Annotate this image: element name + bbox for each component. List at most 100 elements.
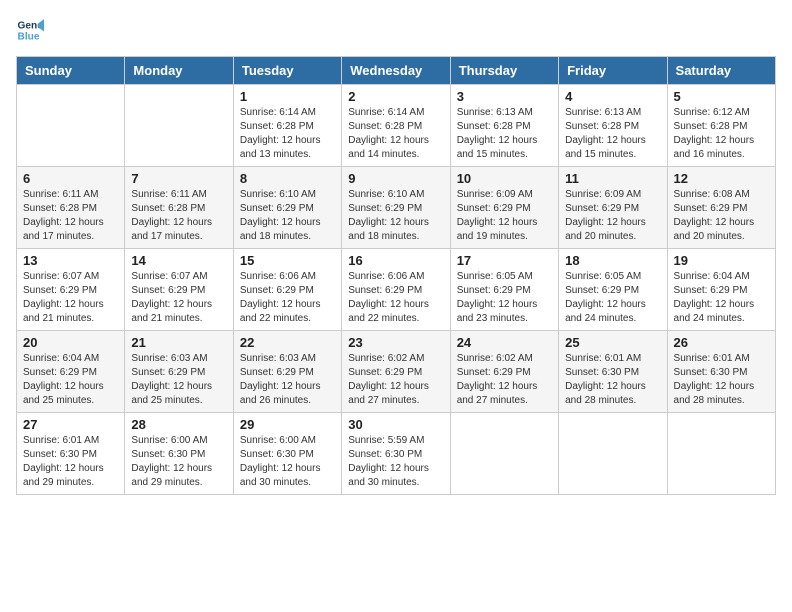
day-info: Sunrise: 6:07 AM Sunset: 6:29 PM Dayligh…: [131, 270, 226, 326]
calendar-cell: 24 Sunrise: 6:02 AM Sunset: 6:29 PM Dayli…: [450, 331, 558, 413]
calendar-cell: [667, 413, 775, 495]
day-number: 28: [131, 417, 226, 432]
day-number: 17: [457, 253, 552, 268]
logo-icon: General Blue: [16, 16, 44, 44]
day-number: 11: [565, 171, 660, 186]
day-info: Sunrise: 6:08 AM Sunset: 6:29 PM Dayligh…: [674, 188, 769, 244]
day-info: Sunrise: 6:03 AM Sunset: 6:29 PM Dayligh…: [240, 352, 335, 408]
calendar-cell: 13 Sunrise: 6:07 AM Sunset: 6:29 PM Dayli…: [17, 249, 125, 331]
day-info: Sunrise: 6:04 AM Sunset: 6:29 PM Dayligh…: [23, 352, 118, 408]
col-header-sunday: Sunday: [17, 57, 125, 85]
calendar-cell: 23 Sunrise: 6:02 AM Sunset: 6:29 PM Dayli…: [342, 331, 450, 413]
calendar-cell: 30 Sunrise: 5:59 AM Sunset: 6:30 PM Dayli…: [342, 413, 450, 495]
calendar-cell: 2 Sunrise: 6:14 AM Sunset: 6:28 PM Daylig…: [342, 85, 450, 167]
day-number: 13: [23, 253, 118, 268]
day-number: 24: [457, 335, 552, 350]
day-number: 18: [565, 253, 660, 268]
calendar-cell: 19 Sunrise: 6:04 AM Sunset: 6:29 PM Dayli…: [667, 249, 775, 331]
day-number: 1: [240, 89, 335, 104]
calendar-cell: 22Sunrise: 6:03 AM Sunset: 6:29 PM Dayli…: [233, 331, 341, 413]
col-header-tuesday: Tuesday: [233, 57, 341, 85]
day-number: 14: [131, 253, 226, 268]
col-header-saturday: Saturday: [667, 57, 775, 85]
col-header-monday: Monday: [125, 57, 233, 85]
day-number: 2: [348, 89, 443, 104]
day-number: 27: [23, 417, 118, 432]
calendar-cell: 29 Sunrise: 6:00 AM Sunset: 6:30 PM Dayli…: [233, 413, 341, 495]
day-number: 12: [674, 171, 769, 186]
calendar-cell: 6 Sunrise: 6:11 AM Sunset: 6:28 PM Daylig…: [17, 167, 125, 249]
day-info: Sunrise: 6:06 AM Sunset: 6:29 PM Dayligh…: [348, 270, 443, 326]
day-info: Sunrise: 6:05 AM Sunset: 6:29 PM Dayligh…: [565, 270, 660, 326]
day-number: 26: [674, 335, 769, 350]
day-info: Sunrise: 6:02 AM Sunset: 6:29 PM Dayligh…: [348, 352, 443, 408]
col-header-wednesday: Wednesday: [342, 57, 450, 85]
calendar-cell: [125, 85, 233, 167]
day-info: Sunrise: 6:00 AM Sunset: 6:30 PM Dayligh…: [240, 434, 335, 490]
week-row-3: 13 Sunrise: 6:07 AM Sunset: 6:29 PM Dayli…: [17, 249, 776, 331]
calendar-cell: 1 Sunrise: 6:14 AM Sunset: 6:28 PM Daylig…: [233, 85, 341, 167]
calendar-cell: 25 Sunrise: 6:01 AM Sunset: 6:30 PM Dayli…: [559, 331, 667, 413]
day-info: Sunrise: 6:10 AM Sunset: 6:29 PM Dayligh…: [348, 188, 443, 244]
day-number: 30: [348, 417, 443, 432]
day-info: Sunrise: 6:14 AM Sunset: 6:28 PM Dayligh…: [348, 106, 443, 162]
day-number: 25: [565, 335, 660, 350]
day-info: Sunrise: 6:09 AM Sunset: 6:29 PM Dayligh…: [457, 188, 552, 244]
calendar-cell: 12 Sunrise: 6:08 AM Sunset: 6:29 PM Dayli…: [667, 167, 775, 249]
day-info: Sunrise: 6:13 AM Sunset: 6:28 PM Dayligh…: [457, 106, 552, 162]
calendar-cell: 10Sunrise: 6:09 AM Sunset: 6:29 PM Dayli…: [450, 167, 558, 249]
day-number: 19: [674, 253, 769, 268]
day-info: Sunrise: 6:00 AM Sunset: 6:30 PM Dayligh…: [131, 434, 226, 490]
calendar-cell: 16 Sunrise: 6:06 AM Sunset: 6:29 PM Dayli…: [342, 249, 450, 331]
calendar-cell: 20Sunrise: 6:04 AM Sunset: 6:29 PM Dayli…: [17, 331, 125, 413]
day-number: 29: [240, 417, 335, 432]
calendar-cell: 17 Sunrise: 6:05 AM Sunset: 6:29 PM Dayli…: [450, 249, 558, 331]
calendar-cell: 7Sunrise: 6:11 AM Sunset: 6:28 PM Daylig…: [125, 167, 233, 249]
day-number: 5: [674, 89, 769, 104]
day-info: Sunrise: 6:05 AM Sunset: 6:29 PM Dayligh…: [457, 270, 552, 326]
day-number: 23: [348, 335, 443, 350]
calendar-cell: [450, 413, 558, 495]
calendar-cell: 28 Sunrise: 6:00 AM Sunset: 6:30 PM Dayli…: [125, 413, 233, 495]
calendar-cell: 11 Sunrise: 6:09 AM Sunset: 6:29 PM Dayli…: [559, 167, 667, 249]
day-info: Sunrise: 6:01 AM Sunset: 6:30 PM Dayligh…: [23, 434, 118, 490]
week-row-5: 27 Sunrise: 6:01 AM Sunset: 6:30 PM Dayli…: [17, 413, 776, 495]
calendar-cell: 27 Sunrise: 6:01 AM Sunset: 6:30 PM Dayli…: [17, 413, 125, 495]
day-info: Sunrise: 6:02 AM Sunset: 6:29 PM Dayligh…: [457, 352, 552, 408]
calendar-cell: 5Sunrise: 6:12 AM Sunset: 6:28 PM Daylig…: [667, 85, 775, 167]
calendar-cell: 26 Sunrise: 6:01 AM Sunset: 6:30 PM Dayli…: [667, 331, 775, 413]
calendar-cell: 4Sunrise: 6:13 AM Sunset: 6:28 PM Daylig…: [559, 85, 667, 167]
calendar-table: SundayMondayTuesdayWednesdayThursdayFrid…: [16, 56, 776, 495]
day-info: Sunrise: 6:03 AM Sunset: 6:29 PM Dayligh…: [131, 352, 226, 408]
col-header-thursday: Thursday: [450, 57, 558, 85]
calendar-cell: 14 Sunrise: 6:07 AM Sunset: 6:29 PM Dayli…: [125, 249, 233, 331]
calendar-cell: 15 Sunrise: 6:06 AM Sunset: 6:29 PM Dayli…: [233, 249, 341, 331]
week-row-2: 6 Sunrise: 6:11 AM Sunset: 6:28 PM Daylig…: [17, 167, 776, 249]
day-info: Sunrise: 6:14 AM Sunset: 6:28 PM Dayligh…: [240, 106, 335, 162]
day-number: 6: [23, 171, 118, 186]
day-number: 9: [348, 171, 443, 186]
day-info: Sunrise: 6:01 AM Sunset: 6:30 PM Dayligh…: [674, 352, 769, 408]
logo: General Blue: [16, 16, 48, 44]
calendar-cell: [559, 413, 667, 495]
day-number: 3: [457, 89, 552, 104]
calendar-cell: [17, 85, 125, 167]
calendar-cell: 21 Sunrise: 6:03 AM Sunset: 6:29 PM Dayli…: [125, 331, 233, 413]
page-header: General Blue: [16, 16, 776, 44]
day-info: Sunrise: 6:07 AM Sunset: 6:29 PM Dayligh…: [23, 270, 118, 326]
col-header-friday: Friday: [559, 57, 667, 85]
week-row-1: 1 Sunrise: 6:14 AM Sunset: 6:28 PM Daylig…: [17, 85, 776, 167]
day-number: 16: [348, 253, 443, 268]
day-info: Sunrise: 6:13 AM Sunset: 6:28 PM Dayligh…: [565, 106, 660, 162]
day-info: Sunrise: 6:11 AM Sunset: 6:28 PM Dayligh…: [23, 188, 118, 244]
calendar-cell: 3 Sunrise: 6:13 AM Sunset: 6:28 PM Daylig…: [450, 85, 558, 167]
day-info: Sunrise: 6:04 AM Sunset: 6:29 PM Dayligh…: [674, 270, 769, 326]
calendar-cell: 9 Sunrise: 6:10 AM Sunset: 6:29 PM Daylig…: [342, 167, 450, 249]
day-number: 15: [240, 253, 335, 268]
day-info: Sunrise: 6:09 AM Sunset: 6:29 PM Dayligh…: [565, 188, 660, 244]
day-info: Sunrise: 5:59 AM Sunset: 6:30 PM Dayligh…: [348, 434, 443, 490]
day-info: Sunrise: 6:06 AM Sunset: 6:29 PM Dayligh…: [240, 270, 335, 326]
day-number: 21: [131, 335, 226, 350]
day-info: Sunrise: 6:11 AM Sunset: 6:28 PM Dayligh…: [131, 188, 226, 244]
day-info: Sunrise: 6:01 AM Sunset: 6:30 PM Dayligh…: [565, 352, 660, 408]
